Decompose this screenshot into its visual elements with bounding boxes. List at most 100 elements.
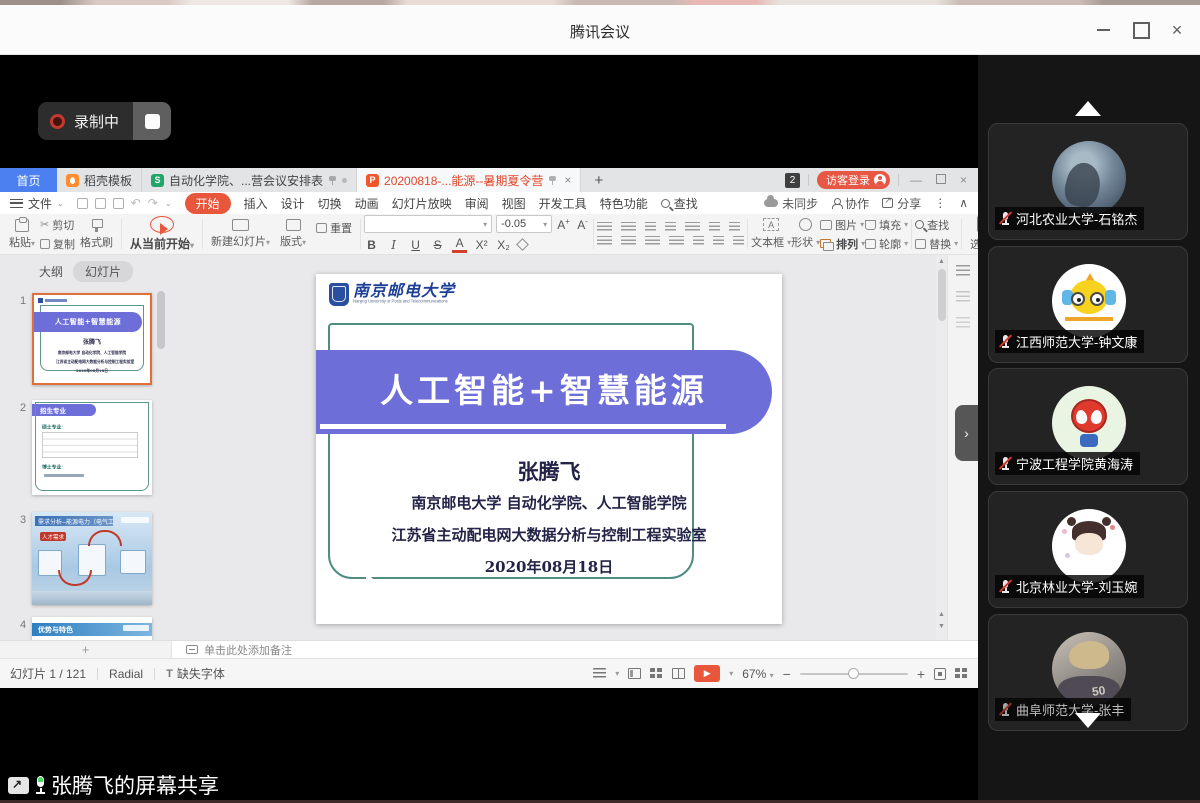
slide-thumbnail-4[interactable]: 优势与特色 [32,617,152,640]
selection-pane-icon[interactable] [956,317,970,328]
increase-font-button[interactable]: A+ [556,217,571,232]
add-slide-button[interactable]: + [0,641,172,658]
replace-button[interactable]: 替换▾ [915,236,958,252]
split-view-icon[interactable] [672,668,685,679]
align-left-icon[interactable] [597,236,612,247]
font-name-combobox[interactable]: ▾ [364,215,492,233]
main-slide-canvas[interactable]: 南京邮电大学 Nanjing University of Posts and T… [316,274,782,624]
print-icon[interactable] [95,198,106,209]
pin-icon[interactable] [328,176,337,185]
italic-button[interactable]: I [386,238,401,252]
slide-view-icon[interactable] [628,668,641,679]
normal-view-icon[interactable] [593,668,606,679]
menu-tab-animation[interactable]: 动画 [355,195,379,212]
layout-button[interactable]: 版式▾ [275,216,311,252]
bullet-list-icon[interactable] [597,222,612,233]
scrollbar-thumb[interactable] [938,269,946,321]
menu-tab-features[interactable]: 特色功能 [600,195,648,212]
guest-login-button[interactable]: 访客登录 [817,171,890,189]
participant-tile[interactable]: 江西师范大学-钟文康 [988,246,1188,363]
participant-tile[interactable]: 北京林业大学-刘玉婉 [988,491,1188,608]
shape-icon-button[interactable] [791,218,820,231]
paste-button[interactable]: 粘贴▾ [4,216,40,252]
zoom-slider-knob[interactable] [848,668,859,679]
chevron-down-icon[interactable]: ⌄ [165,199,172,208]
numbered-list-icon[interactable] [621,222,636,233]
textbox-icon-button[interactable]: A [751,218,791,231]
clear-format-icon[interactable] [516,238,529,251]
arrange-button[interactable]: 排列▾ [820,236,865,252]
increase-indent-icon[interactable] [665,222,676,233]
collapse-ribbon-icon[interactable]: ∧ [959,196,968,210]
tab-presentation-doc[interactable]: P 20200818-...能源--暑期夏令营 × [357,168,581,192]
expand-panel-tab[interactable]: › [955,405,978,461]
stop-recording-button[interactable] [133,102,171,140]
align-right-icon[interactable] [645,236,660,247]
format-painter-button[interactable]: 格式刷 [75,216,118,252]
menu-tab-devtools[interactable]: 开发工具 [539,195,587,212]
close-button[interactable]: × [1164,19,1190,41]
scroll-up-arrow-icon[interactable] [1075,101,1101,116]
menu-tab-design[interactable]: 设计 [281,195,305,212]
notes-placeholder[interactable]: 单击此处添加备注 [204,642,292,658]
tab-close-icon[interactable]: × [564,173,571,187]
zoom-level[interactable]: 67% ▾ [742,667,773,681]
line-spacing-icon[interactable] [709,222,720,233]
collaborate-button[interactable]: 协作 [831,195,869,212]
panel-scrollbar[interactable] [157,291,165,349]
bold-button[interactable]: B [364,238,379,252]
play-from-current-button[interactable]: 从当前开始▾ [125,216,199,252]
reset-button[interactable]: 重置 [311,216,357,252]
theme-name[interactable]: Radial [109,667,143,681]
print-preview-icon[interactable] [113,198,124,209]
menu-tab-slideshow[interactable]: 幻灯片放映 [392,195,452,212]
superscript-button[interactable]: X² [474,238,489,252]
cut-button[interactable]: ✂剪切 [40,217,75,233]
menu-tab-start[interactable]: 开始 [185,193,231,214]
decrease-font-button[interactable]: A- [575,217,590,232]
textbox-button[interactable]: 文本框▾ [751,234,791,250]
slide-thumbnail-1[interactable]: 人工智能+智慧能源 张腾飞 南京邮电大学 自动化学院、人工智能学院 江苏省主动配… [32,293,152,385]
outline-button[interactable]: 轮廓▾ [865,236,908,252]
menu-tab-review[interactable]: 审阅 [465,195,489,212]
indent-right-icon[interactable] [733,236,744,247]
document-scrollbar[interactable]: ▲ ▲ ▼ [936,255,947,640]
align-center-icon[interactable] [621,236,636,247]
properties-icon[interactable] [956,265,970,276]
find-button[interactable]: 查找 [915,217,958,233]
wps-minimize-button[interactable]: — [907,173,925,187]
wps-close-button[interactable]: × [957,173,970,187]
slide-thumbnail-2[interactable]: 招生专业 硕士专业: 博士专业: [32,400,152,495]
fill-button[interactable]: 填充▾ [865,217,908,233]
slide-thumbnail-3[interactable]: 需求分析--能源电力（电气工程） 人才需求 [32,512,152,605]
scroll-down-arrow-icon[interactable] [1075,713,1101,728]
tab-count-badge[interactable]: 2 [785,173,800,188]
new-tab-button[interactable]: + [581,168,616,192]
menu-tab-view[interactable]: 视图 [502,195,526,212]
more-options-icon[interactable]: ⋮ [934,196,946,210]
tab-docer[interactable]: 稻壳模板 [57,168,142,192]
distribute-icon[interactable] [693,236,704,247]
font-color-button[interactable]: A [452,236,467,253]
slides-tab[interactable]: 幻灯片 [73,261,133,282]
shape-button[interactable]: 形状▾ [791,234,820,250]
decrease-indent-icon[interactable] [645,222,656,233]
missing-font-label[interactable]: 缺失字体 [177,665,225,682]
maximize-button[interactable] [1128,19,1154,41]
redo-icon[interactable]: ↷ [148,196,158,210]
menu-tab-transition[interactable]: 切换 [318,195,342,212]
tab-spreadsheet-doc[interactable]: S 自动化学院、...营会议安排表 [142,168,357,192]
zoom-out-button[interactable]: − [783,666,791,682]
zoom-in-button[interactable]: + [917,666,925,682]
sync-status-button[interactable]: 未同步 [764,195,818,212]
new-slide-button[interactable]: 新建幻灯片▾ [206,216,275,252]
wps-restore-button[interactable] [933,173,949,187]
tab-home[interactable]: 首页 [0,168,57,192]
participant-tile[interactable]: 河北农业大学-石铭杰 [988,123,1188,240]
picture-button[interactable]: 图片▾ [820,217,865,233]
participant-tile[interactable]: 宁波工程学院黄海涛 [988,368,1188,485]
fit-slide-icon[interactable] [934,668,946,680]
menu-tab-insert[interactable]: 插入 [244,195,268,212]
font-size-combobox[interactable]: -0.05▾ [496,215,552,233]
copy-button[interactable]: 复制 [40,236,75,252]
